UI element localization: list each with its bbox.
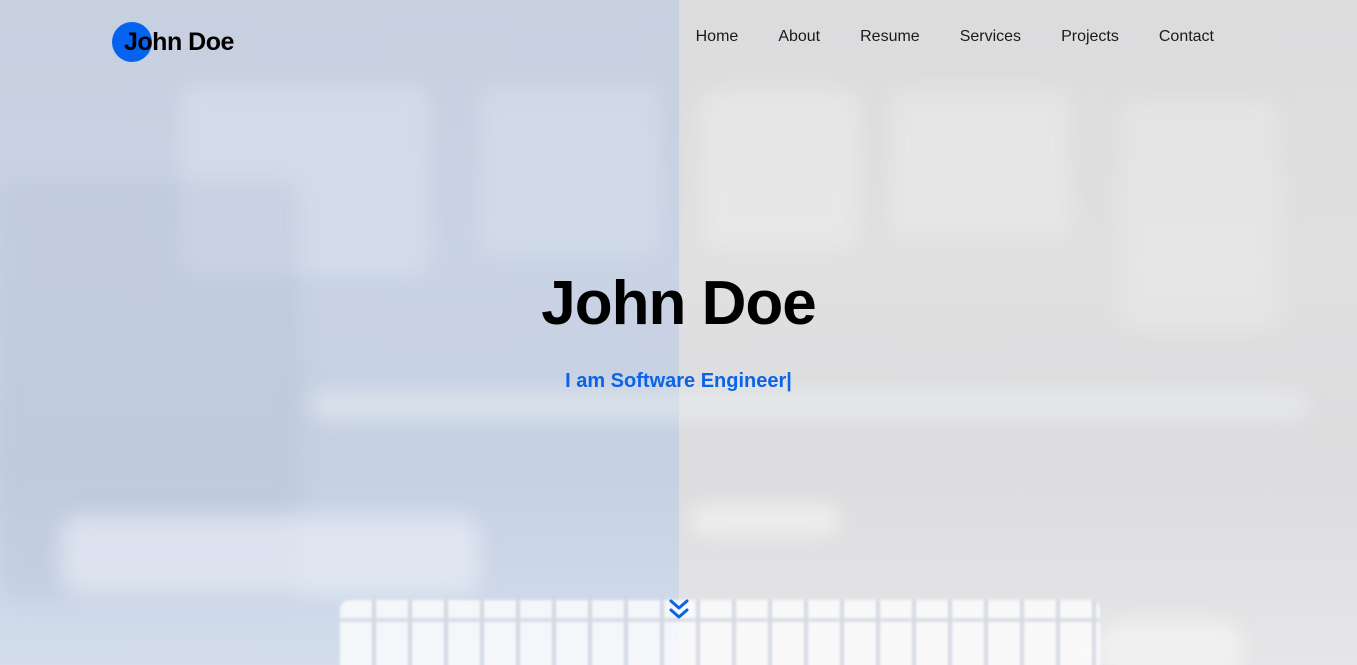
- hero-subtitle-text: I am Software Engineer: [565, 370, 787, 392]
- background-blur-shape: [310, 390, 1310, 420]
- background-blur-shape: [60, 515, 480, 595]
- nav-item-resume[interactable]: Resume: [860, 28, 920, 46]
- nav-item-services[interactable]: Services: [960, 28, 1021, 46]
- background-blur-shape: [700, 90, 860, 250]
- main-nav: Home About Resume Services Projects Cont…: [696, 28, 1214, 46]
- background-blur-shape: [690, 505, 840, 535]
- logo-text: John Doe: [124, 27, 234, 56]
- background-blur-shape: [1095, 620, 1245, 665]
- background-keyboard: [340, 600, 1100, 665]
- nav-item-contact[interactable]: Contact: [1159, 28, 1214, 46]
- nav-item-home[interactable]: Home: [696, 28, 739, 46]
- hero-subtitle: I am Software Engineer|: [0, 370, 1357, 393]
- typing-cursor: |: [786, 370, 792, 392]
- hero-title: John Doe: [541, 269, 816, 338]
- scroll-down-button[interactable]: [667, 598, 691, 622]
- site-logo[interactable]: John Doe: [112, 22, 234, 62]
- hero-page: John Doe Home About Resume Services Proj…: [0, 0, 1357, 665]
- site-header: John Doe Home About Resume Services Proj…: [0, 0, 1357, 82]
- nav-item-about[interactable]: About: [778, 28, 820, 46]
- nav-item-projects[interactable]: Projects: [1061, 28, 1119, 46]
- background-blur-shape: [480, 85, 660, 255]
- background-blur-shape: [890, 90, 1070, 240]
- double-chevron-down-icon: [669, 599, 689, 619]
